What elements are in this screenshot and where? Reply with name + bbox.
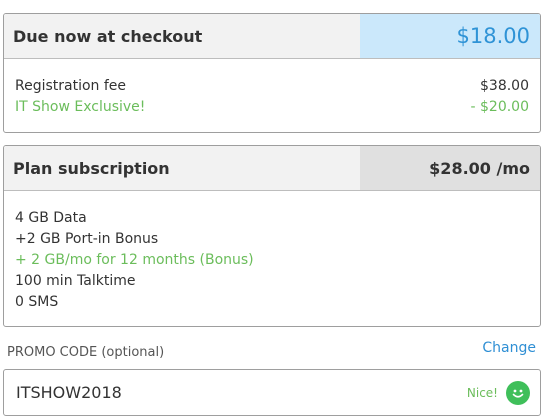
plan-feature: 100 min Talktime: [15, 273, 136, 289]
checkout-total: $18.00: [360, 14, 540, 58]
plan-card: Plan subscription $28.00 /mo 4 GB Data +…: [3, 145, 541, 327]
plan-feature: 0 SMS: [15, 294, 59, 310]
checkout-items: Registration fee $38.00 IT Show Exclusiv…: [4, 59, 540, 118]
promo-code-value[interactable]: ITSHOW2018: [4, 383, 467, 402]
plan-feature: +2 GB Port-in Bonus: [15, 231, 159, 247]
plan-header: Plan subscription $28.00 /mo: [4, 146, 540, 191]
checkout-header: Due now at checkout $18.00: [4, 14, 540, 59]
promo-code-field[interactable]: ITSHOW2018 Nice!: [3, 369, 541, 416]
discount-value: - $20.00: [470, 99, 530, 115]
checkout-summary: Due now at checkout $18.00 Registration …: [0, 0, 548, 420]
checkout-card: Due now at checkout $18.00 Registration …: [3, 13, 541, 133]
promo-code-label: PROMO CODE (optional): [7, 345, 165, 360]
list-item: Registration fee $38.00: [4, 76, 540, 97]
promo-status-text: Nice!: [466, 385, 498, 400]
registration-fee-value: $38.00: [480, 78, 529, 94]
plan-title: Plan subscription: [13, 158, 170, 178]
plan-features: 4 GB Data +2 GB Port-in Bonus + 2 GB/mo …: [4, 191, 540, 313]
discount-label: IT Show Exclusive!: [15, 99, 146, 115]
plan-price: $28.00 /mo: [360, 146, 540, 190]
checkout-title: Due now at checkout: [13, 26, 203, 46]
plan-feature: 4 GB Data: [15, 210, 87, 226]
registration-fee-label: Registration fee: [15, 78, 127, 94]
smiley-icon: [506, 380, 530, 405]
list-item: IT Show Exclusive! - $20.00: [4, 97, 540, 118]
promo-change-link[interactable]: Change: [482, 340, 536, 356]
plan-feature-bonus: + 2 GB/mo for 12 months (Bonus): [15, 252, 254, 268]
